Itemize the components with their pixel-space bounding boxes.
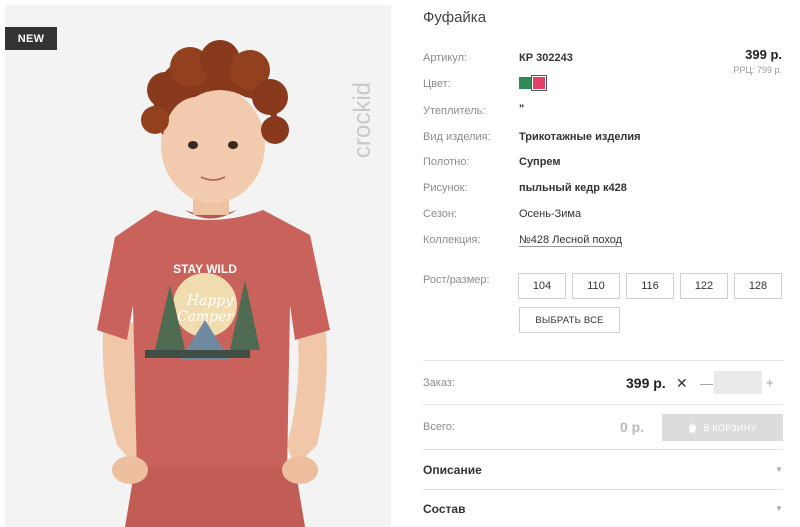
divider <box>423 489 783 490</box>
add-to-cart-button[interactable]: В КОРЗИНУ <box>662 414 783 441</box>
attr-label-season: Сезон: <box>423 208 457 220</box>
size-button-122[interactable]: 122 <box>680 273 728 299</box>
attr-value-season: Осень-Зима <box>519 208 582 220</box>
add-to-cart-label: В КОРЗИНУ <box>703 422 757 433</box>
size-button-116[interactable]: 116 <box>626 273 674 299</box>
print-text-2: Happy <box>186 293 234 309</box>
accordion-description[interactable]: Описание <box>423 463 482 477</box>
size-button-104[interactable]: 104 <box>518 273 566 299</box>
order-price: 399 р. <box>626 375 666 391</box>
attr-value-fabric: Супрем <box>519 156 561 168</box>
product-title: Фуфайка <box>423 9 487 26</box>
new-badge: NEW <box>5 27 57 50</box>
product-price: 399 р. <box>745 47 782 62</box>
attr-label-color: Цвет: <box>423 78 451 90</box>
size-button-110[interactable]: 110 <box>572 273 620 299</box>
attr-value-article: КР 302243 <box>519 52 573 64</box>
chevron-down-icon[interactable]: ▼ <box>775 465 783 474</box>
times-icon: ✕ <box>676 375 688 391</box>
accordion-composition[interactable]: Состав <box>423 502 465 516</box>
divider <box>423 449 783 450</box>
attr-label-article: Артикул: <box>423 52 468 64</box>
attr-label-fabric: Полотно: <box>423 156 470 168</box>
print-text-3: Camper <box>177 309 235 325</box>
size-label: Рост/размер: <box>423 274 490 286</box>
product-image-illustration: STAY WILD Happy Camper <box>5 5 391 527</box>
collection-link[interactable]: №428 Лесной поход <box>519 234 622 246</box>
quantity-input[interactable] <box>714 371 762 394</box>
product-photo[interactable]: STAY WILD Happy Camper <box>5 5 391 527</box>
increase-quantity-button[interactable]: + <box>766 375 774 390</box>
chevron-down-icon[interactable]: ▼ <box>775 504 783 513</box>
divider <box>423 404 783 405</box>
print-text-1: STAY WILD <box>173 262 237 276</box>
attr-value-insulation: " <box>519 103 525 115</box>
decrease-quantity-button[interactable]: — <box>700 376 713 391</box>
attr-label-collection: Коллекция: <box>423 234 481 246</box>
attr-label-pattern: Рисунок: <box>423 182 468 194</box>
color-swatch-pink[interactable] <box>531 75 547 91</box>
order-label: Заказ: <box>423 377 455 389</box>
attr-label-insulation: Утеплитель: <box>423 105 486 117</box>
cart-icon <box>689 423 697 432</box>
brand-logo: crockid <box>349 82 376 158</box>
attr-label-product-type: Вид изделия: <box>423 131 491 143</box>
total-price: 0 р. <box>620 419 645 435</box>
size-button-128[interactable]: 128 <box>734 273 782 299</box>
rrp-price: РРЦ: 799 р. <box>733 65 782 75</box>
color-swatch-green[interactable] <box>519 77 531 89</box>
attr-value-pattern: пыльный кедр к428 <box>519 182 627 194</box>
select-all-sizes-button[interactable]: ВЫБРАТЬ ВСЕ <box>519 307 620 333</box>
total-label: Всего: <box>423 421 455 433</box>
divider <box>423 360 783 361</box>
attr-value-product-type: Трикотажные изделия <box>519 131 641 143</box>
svg-text:crockid: crockid <box>349 82 376 158</box>
